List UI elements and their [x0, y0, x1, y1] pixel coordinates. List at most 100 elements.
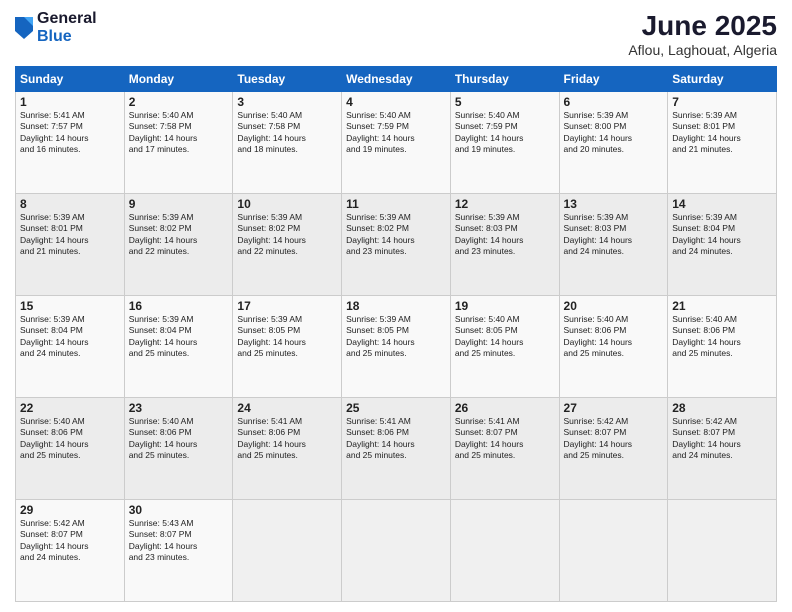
- calendar-cell: 29Sunrise: 5:42 AMSunset: 8:07 PMDayligh…: [16, 500, 125, 602]
- calendar-cell: 3Sunrise: 5:40 AMSunset: 7:58 PMDaylight…: [233, 92, 342, 194]
- logo: General Blue: [15, 10, 97, 45]
- day-number: 15: [20, 299, 120, 313]
- col-wednesday: Wednesday: [342, 67, 451, 92]
- calendar-week-3: 15Sunrise: 5:39 AMSunset: 8:04 PMDayligh…: [16, 296, 777, 398]
- calendar-cell: 10Sunrise: 5:39 AMSunset: 8:02 PMDayligh…: [233, 194, 342, 296]
- calendar-cell: 11Sunrise: 5:39 AMSunset: 8:02 PMDayligh…: [342, 194, 451, 296]
- day-info: Sunrise: 5:39 AMSunset: 8:04 PMDaylight:…: [20, 314, 120, 360]
- calendar-cell: 4Sunrise: 5:40 AMSunset: 7:59 PMDaylight…: [342, 92, 451, 194]
- calendar-cell: 13Sunrise: 5:39 AMSunset: 8:03 PMDayligh…: [559, 194, 668, 296]
- day-info: Sunrise: 5:39 AMSunset: 8:04 PMDaylight:…: [129, 314, 229, 360]
- day-info: Sunrise: 5:41 AMSunset: 8:06 PMDaylight:…: [346, 416, 446, 462]
- day-info: Sunrise: 5:39 AMSunset: 8:02 PMDaylight:…: [346, 212, 446, 258]
- day-info: Sunrise: 5:42 AMSunset: 8:07 PMDaylight:…: [20, 518, 120, 564]
- day-number: 12: [455, 197, 555, 211]
- logo-icon: [15, 17, 33, 39]
- day-number: 19: [455, 299, 555, 313]
- day-info: Sunrise: 5:43 AMSunset: 8:07 PMDaylight:…: [129, 518, 229, 564]
- day-number: 29: [20, 503, 120, 517]
- title-block: June 2025 Aflou, Laghouat, Algeria: [628, 10, 777, 58]
- day-number: 21: [672, 299, 772, 313]
- calendar-cell: 17Sunrise: 5:39 AMSunset: 8:05 PMDayligh…: [233, 296, 342, 398]
- calendar-cell: 20Sunrise: 5:40 AMSunset: 8:06 PMDayligh…: [559, 296, 668, 398]
- calendar-cell: 25Sunrise: 5:41 AMSunset: 8:06 PMDayligh…: [342, 398, 451, 500]
- day-info: Sunrise: 5:39 AMSunset: 8:05 PMDaylight:…: [237, 314, 337, 360]
- logo-blue: Blue: [37, 28, 97, 46]
- calendar-cell: 8Sunrise: 5:39 AMSunset: 8:01 PMDaylight…: [16, 194, 125, 296]
- day-number: 26: [455, 401, 555, 415]
- day-number: 27: [564, 401, 664, 415]
- day-info: Sunrise: 5:40 AMSunset: 8:06 PMDaylight:…: [129, 416, 229, 462]
- calendar: Sunday Monday Tuesday Wednesday Thursday…: [15, 66, 777, 602]
- calendar-cell: [450, 500, 559, 602]
- calendar-cell: 2Sunrise: 5:40 AMSunset: 7:58 PMDaylight…: [124, 92, 233, 194]
- calendar-cell: 15Sunrise: 5:39 AMSunset: 8:04 PMDayligh…: [16, 296, 125, 398]
- day-info: Sunrise: 5:41 AMSunset: 8:07 PMDaylight:…: [455, 416, 555, 462]
- day-number: 20: [564, 299, 664, 313]
- calendar-body: 1Sunrise: 5:41 AMSunset: 7:57 PMDaylight…: [16, 92, 777, 602]
- day-info: Sunrise: 5:40 AMSunset: 7:58 PMDaylight:…: [237, 110, 337, 156]
- col-monday: Monday: [124, 67, 233, 92]
- calendar-cell: 21Sunrise: 5:40 AMSunset: 8:06 PMDayligh…: [668, 296, 777, 398]
- day-info: Sunrise: 5:40 AMSunset: 8:05 PMDaylight:…: [455, 314, 555, 360]
- calendar-cell: [559, 500, 668, 602]
- day-number: 7: [672, 95, 772, 109]
- calendar-cell: 6Sunrise: 5:39 AMSunset: 8:00 PMDaylight…: [559, 92, 668, 194]
- day-number: 24: [237, 401, 337, 415]
- day-number: 28: [672, 401, 772, 415]
- calendar-cell: [233, 500, 342, 602]
- calendar-cell: 12Sunrise: 5:39 AMSunset: 8:03 PMDayligh…: [450, 194, 559, 296]
- logo-text: General Blue: [37, 10, 97, 45]
- calendar-cell: 28Sunrise: 5:42 AMSunset: 8:07 PMDayligh…: [668, 398, 777, 500]
- month-title: June 2025: [628, 10, 777, 42]
- calendar-cell: 5Sunrise: 5:40 AMSunset: 7:59 PMDaylight…: [450, 92, 559, 194]
- day-number: 11: [346, 197, 446, 211]
- calendar-week-2: 8Sunrise: 5:39 AMSunset: 8:01 PMDaylight…: [16, 194, 777, 296]
- col-friday: Friday: [559, 67, 668, 92]
- day-number: 13: [564, 197, 664, 211]
- day-info: Sunrise: 5:39 AMSunset: 8:03 PMDaylight:…: [564, 212, 664, 258]
- day-info: Sunrise: 5:39 AMSunset: 8:04 PMDaylight:…: [672, 212, 772, 258]
- calendar-cell: 16Sunrise: 5:39 AMSunset: 8:04 PMDayligh…: [124, 296, 233, 398]
- calendar-cell: 26Sunrise: 5:41 AMSunset: 8:07 PMDayligh…: [450, 398, 559, 500]
- day-info: Sunrise: 5:41 AMSunset: 8:06 PMDaylight:…: [237, 416, 337, 462]
- calendar-cell: 27Sunrise: 5:42 AMSunset: 8:07 PMDayligh…: [559, 398, 668, 500]
- day-info: Sunrise: 5:40 AMSunset: 7:59 PMDaylight:…: [455, 110, 555, 156]
- calendar-cell: [668, 500, 777, 602]
- col-sunday: Sunday: [16, 67, 125, 92]
- calendar-week-1: 1Sunrise: 5:41 AMSunset: 7:57 PMDaylight…: [16, 92, 777, 194]
- day-number: 22: [20, 401, 120, 415]
- day-number: 14: [672, 197, 772, 211]
- header-row: Sunday Monday Tuesday Wednesday Thursday…: [16, 67, 777, 92]
- day-info: Sunrise: 5:39 AMSunset: 8:02 PMDaylight:…: [129, 212, 229, 258]
- calendar-table: Sunday Monday Tuesday Wednesday Thursday…: [15, 66, 777, 602]
- day-info: Sunrise: 5:39 AMSunset: 8:03 PMDaylight:…: [455, 212, 555, 258]
- calendar-cell: 19Sunrise: 5:40 AMSunset: 8:05 PMDayligh…: [450, 296, 559, 398]
- day-number: 23: [129, 401, 229, 415]
- calendar-cell: 9Sunrise: 5:39 AMSunset: 8:02 PMDaylight…: [124, 194, 233, 296]
- day-info: Sunrise: 5:40 AMSunset: 8:06 PMDaylight:…: [564, 314, 664, 360]
- col-tuesday: Tuesday: [233, 67, 342, 92]
- day-info: Sunrise: 5:41 AMSunset: 7:57 PMDaylight:…: [20, 110, 120, 156]
- day-info: Sunrise: 5:39 AMSunset: 8:01 PMDaylight:…: [672, 110, 772, 156]
- day-info: Sunrise: 5:40 AMSunset: 8:06 PMDaylight:…: [672, 314, 772, 360]
- day-info: Sunrise: 5:40 AMSunset: 8:06 PMDaylight:…: [20, 416, 120, 462]
- calendar-cell: 24Sunrise: 5:41 AMSunset: 8:06 PMDayligh…: [233, 398, 342, 500]
- day-info: Sunrise: 5:42 AMSunset: 8:07 PMDaylight:…: [672, 416, 772, 462]
- calendar-week-4: 22Sunrise: 5:40 AMSunset: 8:06 PMDayligh…: [16, 398, 777, 500]
- page: General Blue June 2025 Aflou, Laghouat, …: [0, 0, 792, 612]
- calendar-cell: 22Sunrise: 5:40 AMSunset: 8:06 PMDayligh…: [16, 398, 125, 500]
- logo-general: General: [37, 10, 97, 28]
- calendar-week-5: 29Sunrise: 5:42 AMSunset: 8:07 PMDayligh…: [16, 500, 777, 602]
- day-number: 16: [129, 299, 229, 313]
- day-number: 30: [129, 503, 229, 517]
- header: General Blue June 2025 Aflou, Laghouat, …: [15, 10, 777, 58]
- calendar-cell: 7Sunrise: 5:39 AMSunset: 8:01 PMDaylight…: [668, 92, 777, 194]
- calendar-cell: 1Sunrise: 5:41 AMSunset: 7:57 PMDaylight…: [16, 92, 125, 194]
- day-info: Sunrise: 5:40 AMSunset: 7:59 PMDaylight:…: [346, 110, 446, 156]
- day-number: 5: [455, 95, 555, 109]
- day-number: 10: [237, 197, 337, 211]
- day-info: Sunrise: 5:39 AMSunset: 8:02 PMDaylight:…: [237, 212, 337, 258]
- calendar-cell: [342, 500, 451, 602]
- day-number: 8: [20, 197, 120, 211]
